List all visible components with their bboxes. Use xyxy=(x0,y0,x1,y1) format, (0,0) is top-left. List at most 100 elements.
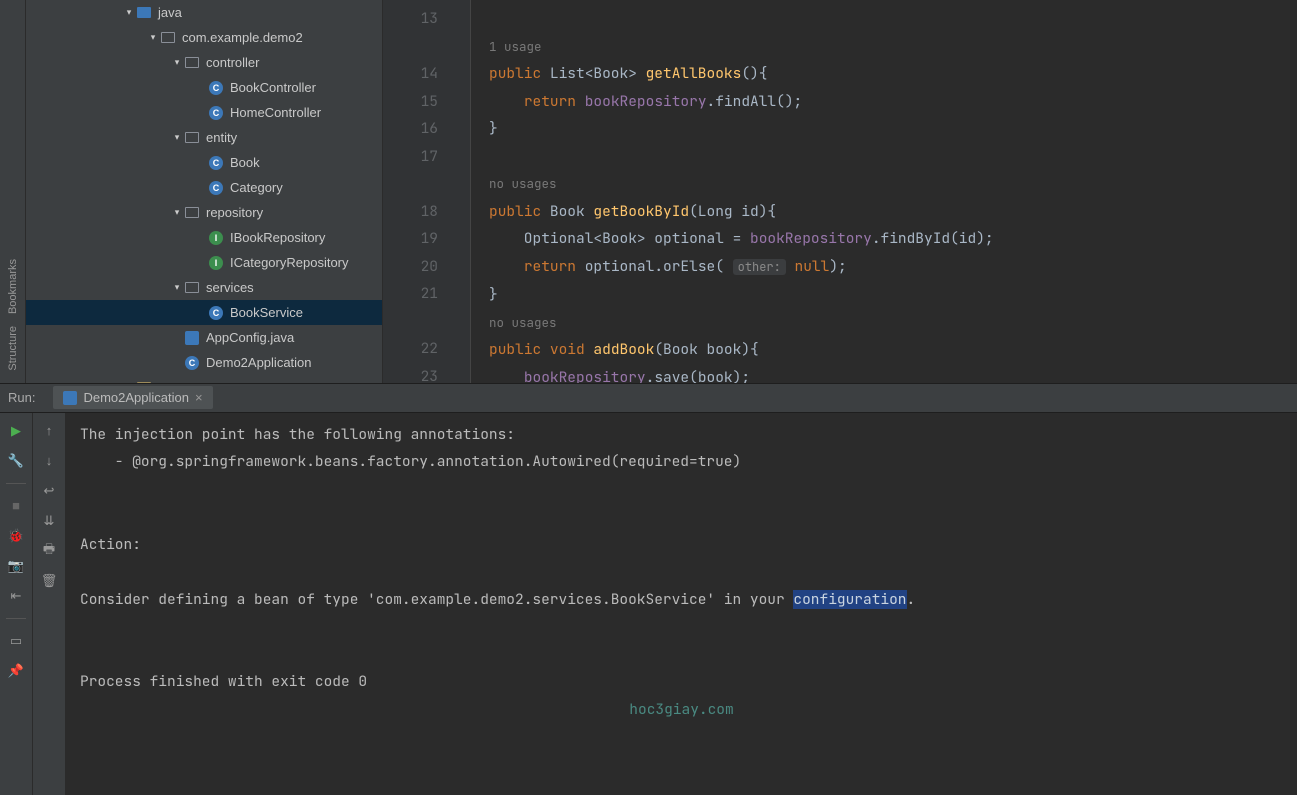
line-number: 18 xyxy=(383,198,438,226)
structure-tool[interactable]: Structure xyxy=(5,320,21,377)
code-area[interactable]: 1 usagepublic List<Book> getAllBooks(){ … xyxy=(471,0,1297,383)
tree-node[interactable]: C BookController xyxy=(26,75,382,100)
stop-icon[interactable]: ■ xyxy=(8,498,24,514)
tree-node[interactable]: ▾entity xyxy=(26,125,382,150)
console-line: Consider defining a bean of type 'com.ex… xyxy=(80,586,1283,614)
console-line xyxy=(80,476,1283,504)
highlight: configuration xyxy=(793,590,906,609)
console-line: The injection point has the following an… xyxy=(80,421,1283,449)
chevron-icon[interactable]: ▾ xyxy=(146,32,160,43)
tree-node[interactable]: AppConfig.java xyxy=(26,325,382,350)
inlay-hint: no usages xyxy=(489,309,1297,337)
line-number: 22 xyxy=(383,335,438,363)
run-toolbar-left: ▶ 🔧 ■ 🐞 📷 ⇤ ▭ 📌 xyxy=(0,413,33,795)
close-icon[interactable]: × xyxy=(195,390,203,405)
line-gutter: 13 14151617 18192021 222324 xyxy=(383,0,446,383)
line-number: 14 xyxy=(383,60,438,88)
code-line[interactable]: public void addBook(Book book){ xyxy=(489,336,1297,364)
tree-node[interactable]: ▾controller xyxy=(26,50,382,75)
clsC-icon: C xyxy=(208,155,224,171)
tree-label: BookController xyxy=(230,80,316,95)
folder-dk-icon xyxy=(160,30,176,46)
tree-label: ICategoryRepository xyxy=(230,255,349,270)
scroll-icon[interactable]: ⇊ xyxy=(41,513,57,529)
tree-node[interactable]: CDemo2Application xyxy=(26,350,382,375)
bookmarks-tool[interactable]: Bookmarks xyxy=(5,253,21,320)
tree-node[interactable]: ▾ java xyxy=(26,0,382,25)
code-line[interactable]: Optional<Book> optional = bookRepository… xyxy=(489,225,1297,253)
code-line[interactable]: return bookRepository.findAll(); xyxy=(489,88,1297,116)
code-line[interactable]: } xyxy=(489,115,1297,143)
tree-node[interactable]: ▾repository xyxy=(26,200,382,225)
exit-icon[interactable]: ⇤ xyxy=(8,588,24,604)
chevron-icon[interactable]: ▾ xyxy=(122,7,136,18)
code-line[interactable]: } xyxy=(489,281,1297,309)
tree-label: BookService xyxy=(230,305,303,320)
clsI-icon: I xyxy=(208,230,224,246)
clsI-icon: I xyxy=(208,255,224,271)
run-tab[interactable]: Demo2Application × xyxy=(53,386,212,409)
tree-label: AppConfig.java xyxy=(206,330,294,345)
pin-icon[interactable]: 📌 xyxy=(8,663,24,679)
line-number: 16 xyxy=(383,115,438,143)
up-icon[interactable]: ↑ xyxy=(41,423,57,439)
left-toolbar: Bookmarks Structure xyxy=(0,0,26,383)
run-panel: ▶ 🔧 ■ 🐞 📷 ⇤ ▭ 📌 ↑ ↓ ↩ ⇊ 🖶 🗑 The injectio… xyxy=(0,413,1297,795)
code-line[interactable]: bookRepository.save(book); xyxy=(489,364,1297,383)
console-line xyxy=(80,503,1283,531)
tree-node[interactable]: CBookService xyxy=(26,300,382,325)
console-line: Process finished with exit code 0 xyxy=(80,668,1283,696)
tree-label: HomeController xyxy=(230,105,321,120)
down-icon[interactable]: ↓ xyxy=(41,453,57,469)
folder-blue-icon xyxy=(136,5,152,21)
tree-label: Book xyxy=(230,155,260,170)
tree-node[interactable]: ▾ com.example.demo2 xyxy=(26,25,382,50)
tree-node[interactable]: I IBookRepository xyxy=(26,225,382,250)
code-line[interactable] xyxy=(489,5,1297,33)
tree-node[interactable]: I ICategoryRepository xyxy=(26,250,382,275)
folder-dk-icon xyxy=(184,55,200,71)
code-line[interactable]: return optional.orElse( other: null); xyxy=(489,253,1297,282)
folder-dk-icon xyxy=(184,205,200,221)
tree-label: com.example.demo2 xyxy=(182,30,303,45)
code-editor[interactable]: 13 14151617 18192021 222324 1 usagepubli… xyxy=(383,0,1297,383)
tree-node[interactable]: ▾services xyxy=(26,275,382,300)
chevron-icon[interactable]: ▾ xyxy=(170,57,184,68)
console-output[interactable]: The injection point has the following an… xyxy=(66,413,1297,795)
line-number: 13 xyxy=(383,5,438,33)
dump-icon[interactable]: 🐞 xyxy=(8,528,24,544)
tree-label: IBookRepository xyxy=(230,230,325,245)
console-line xyxy=(80,613,1283,641)
project-tree[interactable]: ▾java▾com.example.demo2▾controllerCBookC… xyxy=(26,0,383,383)
clsC-icon: C xyxy=(208,105,224,121)
run-tabbar: Run: Demo2Application × xyxy=(0,383,1297,413)
run-tab-label: Demo2Application xyxy=(83,390,189,405)
console-line xyxy=(80,558,1283,586)
chevron-icon[interactable]: ▾ xyxy=(170,132,184,143)
print-icon[interactable]: 🖶 xyxy=(41,543,57,559)
clsC-icon: C xyxy=(208,80,224,96)
line-number: 23 xyxy=(383,363,438,383)
layout-icon[interactable]: ▭ xyxy=(8,633,24,649)
console-line xyxy=(80,641,1283,669)
run-config-icon xyxy=(63,391,77,405)
run-label: Run: xyxy=(8,390,35,405)
tree-node[interactable]: C HomeController xyxy=(26,100,382,125)
tree-label: java xyxy=(158,5,182,20)
tree-node[interactable]: C Book xyxy=(26,150,382,175)
appcfg-icon xyxy=(184,330,200,346)
chevron-icon[interactable]: ▾ xyxy=(170,207,184,218)
code-line[interactable]: public Book getBookById(Long id){ xyxy=(489,198,1297,226)
trash-icon[interactable]: 🗑 xyxy=(41,573,57,589)
code-line[interactable]: public List<Book> getAllBooks(){ xyxy=(489,60,1297,88)
code-line[interactable] xyxy=(489,143,1297,171)
softwrap-icon[interactable]: ↩ xyxy=(41,483,57,499)
wrench-icon[interactable]: 🔧 xyxy=(8,453,24,469)
camera-icon[interactable]: 📷 xyxy=(8,558,24,574)
rerun-icon[interactable]: ▶ xyxy=(8,423,24,439)
folder-dk-icon xyxy=(184,130,200,146)
chevron-icon[interactable]: ▾ xyxy=(170,282,184,293)
tree-node[interactable]: CCategory xyxy=(26,175,382,200)
folder-res-icon xyxy=(136,380,152,383)
tree-node[interactable]: ▾resources xyxy=(26,375,382,383)
